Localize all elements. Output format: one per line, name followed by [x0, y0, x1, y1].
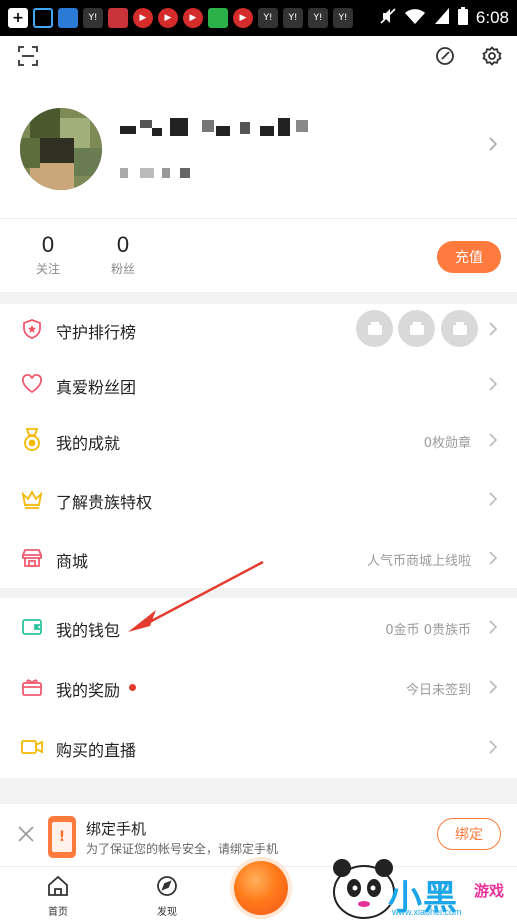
section-gap	[0, 292, 517, 304]
watermark-url: www.xiaohei.com	[392, 907, 462, 917]
fans-count: 0	[116, 232, 130, 257]
chevron-right-icon	[487, 136, 499, 156]
notification-icons: + Y! ▶ ▶ ▶ ▶ Y! Y! Y! Y!	[8, 8, 353, 28]
banner-title: 绑定手机	[86, 820, 147, 838]
play-icon: ▶	[133, 8, 153, 28]
play-icon: ▶	[158, 8, 178, 28]
yi-icon: Y!	[333, 8, 353, 28]
gift-icon	[20, 675, 44, 699]
annotation-arrow	[128, 560, 264, 632]
yi-icon: Y!	[83, 8, 103, 28]
play-icon: ▶	[183, 8, 203, 28]
system-indicators: 6:08	[380, 7, 509, 29]
profile-header[interactable]	[0, 96, 517, 206]
wallet-label: 我的钱包	[56, 621, 121, 640]
store-icon	[20, 546, 44, 570]
video-camera-icon	[20, 735, 44, 759]
menu-item-guard-rank[interactable]: 守护排行榜	[0, 304, 517, 354]
compass-icon	[157, 876, 177, 896]
battery-icon	[457, 7, 468, 29]
app-icon	[108, 8, 128, 28]
tab-home[interactable]: 首页	[33, 875, 83, 918]
chevron-right-icon	[487, 550, 499, 566]
menu-item-noble[interactable]: 了解贵族特权	[0, 470, 517, 528]
menu-item-achievements[interactable]: 我的成就 0枚勋章	[0, 412, 517, 468]
avatar[interactable]	[20, 108, 102, 190]
mall-label: 商城	[56, 552, 89, 571]
play-icon: ▶	[233, 8, 253, 28]
following-count: 0	[41, 232, 55, 257]
top-actions	[0, 36, 517, 80]
menu-item-purchased-live[interactable]: 购买的直播	[0, 718, 517, 776]
chevron-right-icon	[487, 679, 499, 695]
purchased-live-label: 购买的直播	[56, 741, 137, 760]
guard-rank-label: 守护排行榜	[56, 323, 137, 342]
chevron-right-icon	[487, 739, 499, 755]
app-icon	[58, 8, 78, 28]
app-icon	[208, 8, 228, 28]
following-stat[interactable]: 0 关注	[18, 232, 78, 277]
guard-avatar-placeholder	[356, 310, 393, 347]
phone-alert-glyph: !	[52, 822, 72, 852]
username-redacted	[120, 118, 320, 140]
scan-icon[interactable]	[14, 42, 42, 70]
bind-button[interactable]: 绑定	[437, 818, 501, 850]
section-gap	[0, 778, 517, 804]
settings-icon[interactable]	[478, 42, 506, 70]
recharge-button[interactable]: 充值	[437, 241, 501, 273]
home-icon	[48, 875, 68, 896]
fan-club-label: 真爱粉丝团	[56, 378, 137, 397]
close-icon[interactable]	[16, 824, 36, 844]
noble-label: 了解贵族特权	[56, 493, 153, 512]
start-live-button[interactable]	[234, 861, 288, 915]
mall-value: 人气币商城上线啦	[366, 554, 471, 569]
following-label: 关注	[35, 262, 60, 276]
signal-icon	[434, 7, 450, 29]
chevron-right-icon	[487, 619, 499, 635]
chevron-right-icon	[487, 432, 499, 448]
chevron-right-icon	[487, 376, 499, 392]
stats-row: 0 关注 0 粉丝 充值	[0, 220, 517, 292]
tab-home-label: 首页	[48, 907, 68, 918]
menu-item-rewards[interactable]: 我的奖励 今日未签到	[0, 658, 517, 716]
edit-icon[interactable]	[431, 42, 459, 70]
tab-discover[interactable]: 发现	[142, 875, 192, 918]
crown-icon	[20, 487, 44, 511]
menu-item-fan-club[interactable]: 真爱粉丝团	[0, 358, 517, 410]
wifi-icon	[404, 7, 426, 29]
guard-avatar-placeholder	[441, 310, 478, 347]
wallet-icon	[20, 615, 44, 639]
plus-icon: +	[8, 8, 28, 28]
achievements-value: 0枚勋章	[423, 436, 471, 451]
phone-icon: !	[48, 816, 76, 858]
user-id-redacted	[120, 168, 190, 180]
clock: 6:08	[475, 8, 509, 27]
wallet-value: 0金币 0贵族币	[385, 623, 471, 638]
watermark-game: 游戏	[474, 882, 505, 900]
chevron-right-icon	[487, 491, 499, 507]
guard-avatar-placeholder	[398, 310, 435, 347]
yi-icon: Y!	[283, 8, 303, 28]
achievements-label: 我的成就	[56, 434, 121, 453]
banner-subtitle: 为了保证您的帐号安全，请绑定手机	[86, 842, 279, 856]
notification-dot	[129, 684, 136, 691]
medal-icon	[20, 428, 44, 452]
mute-icon	[380, 7, 396, 29]
fans-label: 粉丝	[110, 262, 135, 276]
shield-icon	[20, 317, 44, 341]
yi-icon: Y!	[258, 8, 278, 28]
rewards-value: 今日未签到	[405, 683, 471, 698]
fans-stat[interactable]: 0 粉丝	[93, 232, 153, 277]
chevron-right-icon	[487, 321, 499, 337]
heart-icon	[20, 372, 44, 396]
status-bar: + Y! ▶ ▶ ▶ ▶ Y! Y! Y! Y! 6:08	[0, 0, 517, 36]
tab-discover-label: 发现	[157, 907, 177, 918]
lock-icon	[33, 8, 53, 28]
yi-icon: Y!	[308, 8, 328, 28]
rewards-label: 我的奖励	[56, 681, 121, 700]
divider	[0, 218, 517, 219]
